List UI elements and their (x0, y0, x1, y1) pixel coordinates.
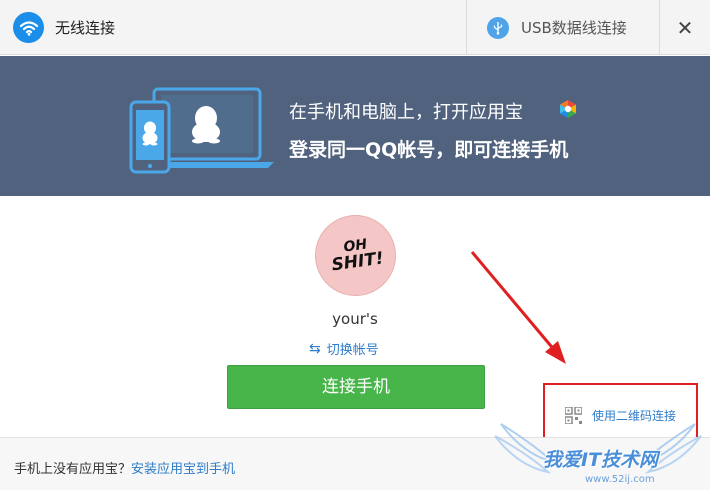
yingyongbao-logo-icon (560, 100, 576, 118)
qr-link-label: 使用二维码连接 (592, 409, 677, 423)
close-icon: ✕ (676, 15, 694, 40)
switch-account-label: 切换帐号 (326, 343, 379, 358)
tab-wireless-connection[interactable]: 无线连接 (0, 0, 466, 55)
switch-arrows-icon: ⇆ (309, 340, 321, 357)
install-app-link[interactable]: 安装应用宝到手机 (131, 462, 235, 477)
usb-icon (487, 16, 509, 39)
phone-laptop-illustration (129, 87, 274, 174)
avatar: OH SHIT! (315, 215, 396, 296)
qr-code-connect-link[interactable]: 使用二维码连接 (565, 407, 676, 424)
banner-line-1: 在手机和电脑上，打开应用宝 (289, 102, 523, 123)
close-button[interactable]: ✕ (660, 0, 710, 55)
title-bar: 无线连接 USB数据线连接 ✕ (0, 0, 710, 55)
tab-wireless-label: 无线连接 (55, 19, 116, 37)
banner-line-2: 登录同一QQ帐号，即可连接手机 (289, 139, 569, 161)
switch-account-link[interactable]: ⇆ 切换帐号 (309, 339, 379, 359)
qr-code-icon (565, 407, 582, 424)
connect-phone-button[interactable]: 连接手机 (227, 365, 485, 409)
watermark-url: www.52ij.com (585, 474, 655, 485)
avatar-image-text: OH SHIT! (330, 236, 385, 276)
tab-usb-label: USB数据线连接 (521, 19, 627, 37)
wifi-icon (13, 12, 44, 43)
tab-usb-connection[interactable]: USB数据线连接 (466, 0, 660, 55)
watermark-text: 我爱IT技术网 (543, 449, 659, 471)
instruction-banner: 在手机和电脑上，打开应用宝 登录同一QQ帐号，即可连接手机 (0, 56, 710, 196)
username: your's (332, 310, 378, 328)
footer-prompt: 手机上没有应用宝？安装应用宝到手机 (14, 462, 236, 477)
